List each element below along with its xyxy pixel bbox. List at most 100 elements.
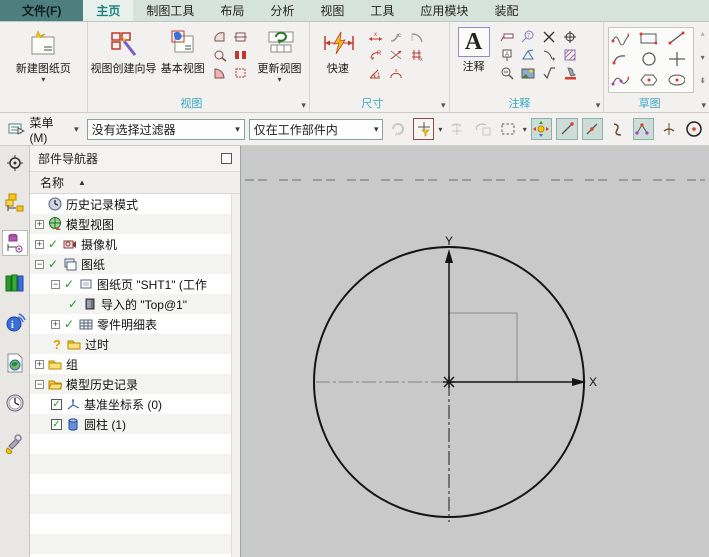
studio-spline-icon[interactable] [610, 71, 630, 88]
polygon-icon[interactable] [638, 71, 658, 88]
zoom-out-icon[interactable] [498, 64, 517, 81]
leader-line-icon[interactable] [540, 46, 559, 63]
selection-filter-dropdown[interactable]: 没有选择过滤器 ▾ [86, 118, 245, 140]
marquee-caret-icon[interactable]: ▾ [523, 125, 527, 134]
filter-list-caret-icon[interactable]: ▾ [438, 125, 442, 134]
expander[interactable]: + [51, 319, 60, 329]
feature-control-frame-icon[interactable] [498, 28, 517, 45]
check-icon[interactable]: ✓ [47, 257, 59, 271]
tab-drafting-tools[interactable]: 制图工具 [133, 0, 207, 21]
scroll-up-icon[interactable]: ▴ [701, 29, 705, 38]
point-icon[interactable] [666, 50, 686, 67]
tab-assemblies[interactable]: 装配 [481, 0, 531, 21]
detail-view-icon[interactable] [210, 46, 229, 63]
annotation-group-caret-icon[interactable]: ▾ [596, 100, 601, 111]
tab-application[interactable]: 应用模块 [407, 0, 481, 21]
ellipse-icon[interactable] [666, 71, 686, 88]
marquee-select-icon[interactable] [497, 118, 518, 140]
new-sheet-button[interactable]: 新建图纸页 ▾ [7, 24, 79, 84]
fillet-radius-icon[interactable] [408, 28, 427, 45]
tab-home[interactable]: 主页 [83, 0, 134, 21]
profile-spline-icon[interactable] [610, 29, 630, 46]
check-icon[interactable]: ✓ [63, 317, 75, 331]
tree-row-imported-top[interactable]: ✓ 导入的 "Top@1" [30, 294, 240, 314]
section-view-icon[interactable] [231, 28, 250, 45]
panel-detach-button[interactable] [221, 153, 232, 164]
sort-ascending-icon[interactable]: ▲ [78, 178, 86, 187]
arc-length-dimension-icon[interactable]: x [387, 64, 406, 81]
part-navigator-icon[interactable] [1, 230, 28, 256]
scroll-down-icon[interactable]: ▾ [701, 53, 705, 62]
check-icon[interactable]: ✓ [67, 297, 79, 311]
tree-row-parts-list[interactable]: + ✓ 零件明细表 [30, 314, 240, 334]
pole-snap-icon[interactable] [632, 118, 655, 140]
tree-row-sheet-sht1[interactable]: − ✓ 图纸页 "SHT1" (工作 [30, 274, 240, 294]
update-view-button[interactable]: 更新视图 ▾ [252, 24, 307, 84]
radial-dimension-icon[interactable]: R [366, 46, 385, 63]
expander[interactable]: + [35, 239, 44, 249]
tree-row-history-mode[interactable]: 历史记录模式 [30, 194, 240, 214]
intersection-symbol-icon[interactable] [540, 28, 559, 45]
crosshatch-icon[interactable] [561, 46, 580, 63]
arc-icon[interactable] [610, 50, 629, 67]
break-view-icon[interactable] [231, 46, 250, 63]
file-menu-button[interactable]: 文件(F) [0, 0, 84, 21]
expander[interactable]: + [35, 359, 44, 369]
menu-button[interactable]: 菜单(M) ▾ [4, 112, 83, 147]
weld-symbol-icon[interactable] [561, 64, 580, 81]
rectangle-icon[interactable] [638, 29, 658, 46]
history-clock-icon[interactable] [2, 390, 28, 416]
perpendicular-dimension-icon[interactable]: c [387, 28, 406, 45]
reuse-library-icon[interactable] [2, 270, 28, 296]
tree-row-drawing[interactable]: − ✓ 图纸 [30, 254, 240, 274]
check-icon[interactable]: ✓ [47, 237, 59, 251]
tab-layout[interactable]: 布局 [207, 0, 257, 21]
checkbox[interactable]: ✓ [51, 418, 62, 430]
expander[interactable]: + [35, 219, 44, 229]
expander[interactable]: − [35, 259, 44, 269]
history-palette-icon[interactable] [2, 350, 28, 376]
endpoint-snap-icon[interactable] [556, 118, 578, 140]
tangent-snap-icon[interactable] [607, 118, 628, 140]
crop-view-icon[interactable] [231, 64, 250, 81]
snap-point-icon[interactable] [530, 118, 553, 140]
tree-row-model-views[interactable]: + 模型视图 [30, 214, 240, 234]
balloon-icon[interactable]: 7 [519, 28, 538, 45]
break-out-section-icon[interactable] [210, 64, 229, 81]
center-snap-icon[interactable] [684, 118, 705, 140]
sketch-group-caret-icon[interactable]: ▾ [701, 100, 706, 111]
scroll-bottom-icon[interactable]: ⇟ [699, 76, 706, 85]
tree-row-cameras[interactable]: + ✓ 摄像机 [30, 234, 240, 254]
dimension-group-caret-icon[interactable]: ▾ [441, 100, 446, 111]
tab-view[interactable]: 视图 [307, 0, 357, 21]
tree-row-cylinder[interactable]: ✓ 圆柱 (1) [30, 414, 240, 434]
projected-view-icon[interactable] [210, 28, 229, 45]
base-view-button[interactable]: 基本视图 [157, 24, 208, 76]
expander[interactable]: − [35, 379, 44, 389]
target-point-icon[interactable] [561, 28, 580, 45]
roles-tools-icon[interactable] [2, 430, 28, 456]
checkbox[interactable]: ✓ [51, 398, 62, 410]
tree-row-groups[interactable]: + 组 [30, 354, 240, 374]
midpoint-snap-icon[interactable] [581, 118, 604, 140]
graphics-canvas[interactable]: Y X [241, 146, 709, 557]
ordinate-dimension-icon[interactable]: x [408, 46, 427, 63]
tab-analysis[interactable]: 分析 [257, 0, 307, 21]
expander[interactable] [35, 200, 44, 209]
view-wizard-button[interactable]: 视图创建向导 [90, 24, 157, 76]
general-selection-filter-icon[interactable] [412, 118, 435, 140]
view-group-caret-icon[interactable]: ▾ [301, 100, 306, 111]
orient-view-icon[interactable] [472, 118, 493, 140]
check-icon[interactable]: ✓ [63, 277, 75, 291]
rotate-point-icon[interactable] [446, 118, 467, 140]
angular-dimension-icon[interactable]: 1 [366, 64, 385, 81]
navigator-scrollbar[interactable] [231, 194, 240, 557]
tree-row-obsolete[interactable]: ? 过时 [30, 334, 240, 354]
id-symbol-icon[interactable]: A [498, 46, 517, 63]
image-icon[interactable] [519, 64, 538, 81]
target-gear-icon[interactable] [2, 150, 28, 176]
quadrant-snap-icon[interactable] [658, 118, 679, 140]
internet-help-icon[interactable]: i [2, 310, 28, 336]
surface-finish-icon[interactable] [540, 64, 559, 81]
tab-tools[interactable]: 工具 [357, 0, 407, 21]
